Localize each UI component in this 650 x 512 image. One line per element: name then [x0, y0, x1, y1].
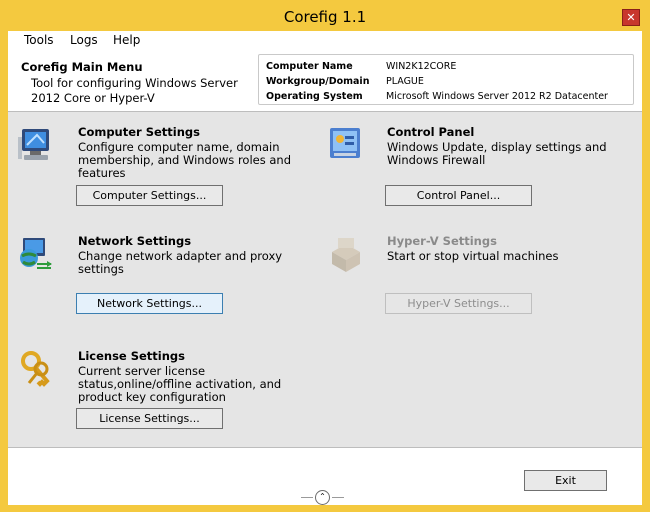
computer-icon	[18, 129, 49, 160]
title-bar[interactable]: Corefig 1.1 ✕	[0, 0, 650, 31]
footer: Exit ⌃	[8, 448, 642, 505]
collapse-chevron-up-icon[interactable]: ⌃	[315, 490, 330, 505]
collapse-line-left	[301, 497, 313, 498]
menu-bar: Tools Logs Help	[8, 31, 642, 50]
network-settings-desc: Change network adapter and proxy setting…	[78, 249, 283, 276]
settings-panel: Computer Settings Configure computer nam…	[8, 111, 642, 448]
license-settings-button[interactable]: License Settings...	[76, 408, 223, 429]
license-settings-desc: Current server license status,online/off…	[78, 364, 282, 404]
window-title: Corefig 1.1	[283, 8, 367, 26]
menu-logs[interactable]: Logs	[70, 33, 98, 47]
hyperv-settings-desc: Start or stop virtual machines	[387, 249, 559, 263]
exit-button[interactable]: Exit	[524, 470, 607, 491]
control-panel-button[interactable]: Control Panel...	[385, 185, 532, 206]
client-area: Tools Logs Help Corefig Main Menu Tool f…	[8, 31, 642, 505]
app-window: Corefig 1.1 ✕ Tools Logs Help Corefig Ma…	[0, 0, 650, 512]
hyperv-settings-title: Hyper-V Settings	[387, 234, 497, 248]
menu-help[interactable]: Help	[113, 33, 140, 47]
license-settings-title: License Settings	[78, 349, 186, 363]
system-info-box: Computer Name WIN2K12CORE Workgroup/Doma…	[258, 54, 634, 105]
keys-icon	[21, 351, 50, 387]
collapse-line-right	[332, 497, 344, 498]
close-button[interactable]: ✕	[622, 9, 640, 26]
hyperv-icon	[332, 238, 360, 272]
hyperv-settings-button: Hyper-V Settings...	[385, 293, 532, 314]
control-panel-title: Control Panel	[387, 125, 475, 139]
header: Corefig Main Menu Tool for configuring W…	[8, 50, 642, 111]
control-panel-desc: Windows Update, display settings and Win…	[387, 140, 607, 167]
page-description: Tool for configuring Windows Server 2012…	[31, 76, 238, 105]
menu-tools[interactable]: Tools	[24, 33, 54, 47]
network-globe-icon	[20, 238, 52, 269]
network-settings-button[interactable]: Network Settings...	[76, 293, 223, 314]
control-panel-icon	[330, 128, 360, 158]
computer-settings-desc: Configure computer name, domain membersh…	[78, 140, 292, 180]
computer-settings-button[interactable]: Computer Settings...	[76, 185, 223, 206]
network-settings-title: Network Settings	[78, 234, 192, 248]
computer-settings-title: Computer Settings	[78, 125, 200, 139]
page-title: Corefig Main Menu	[21, 60, 143, 74]
